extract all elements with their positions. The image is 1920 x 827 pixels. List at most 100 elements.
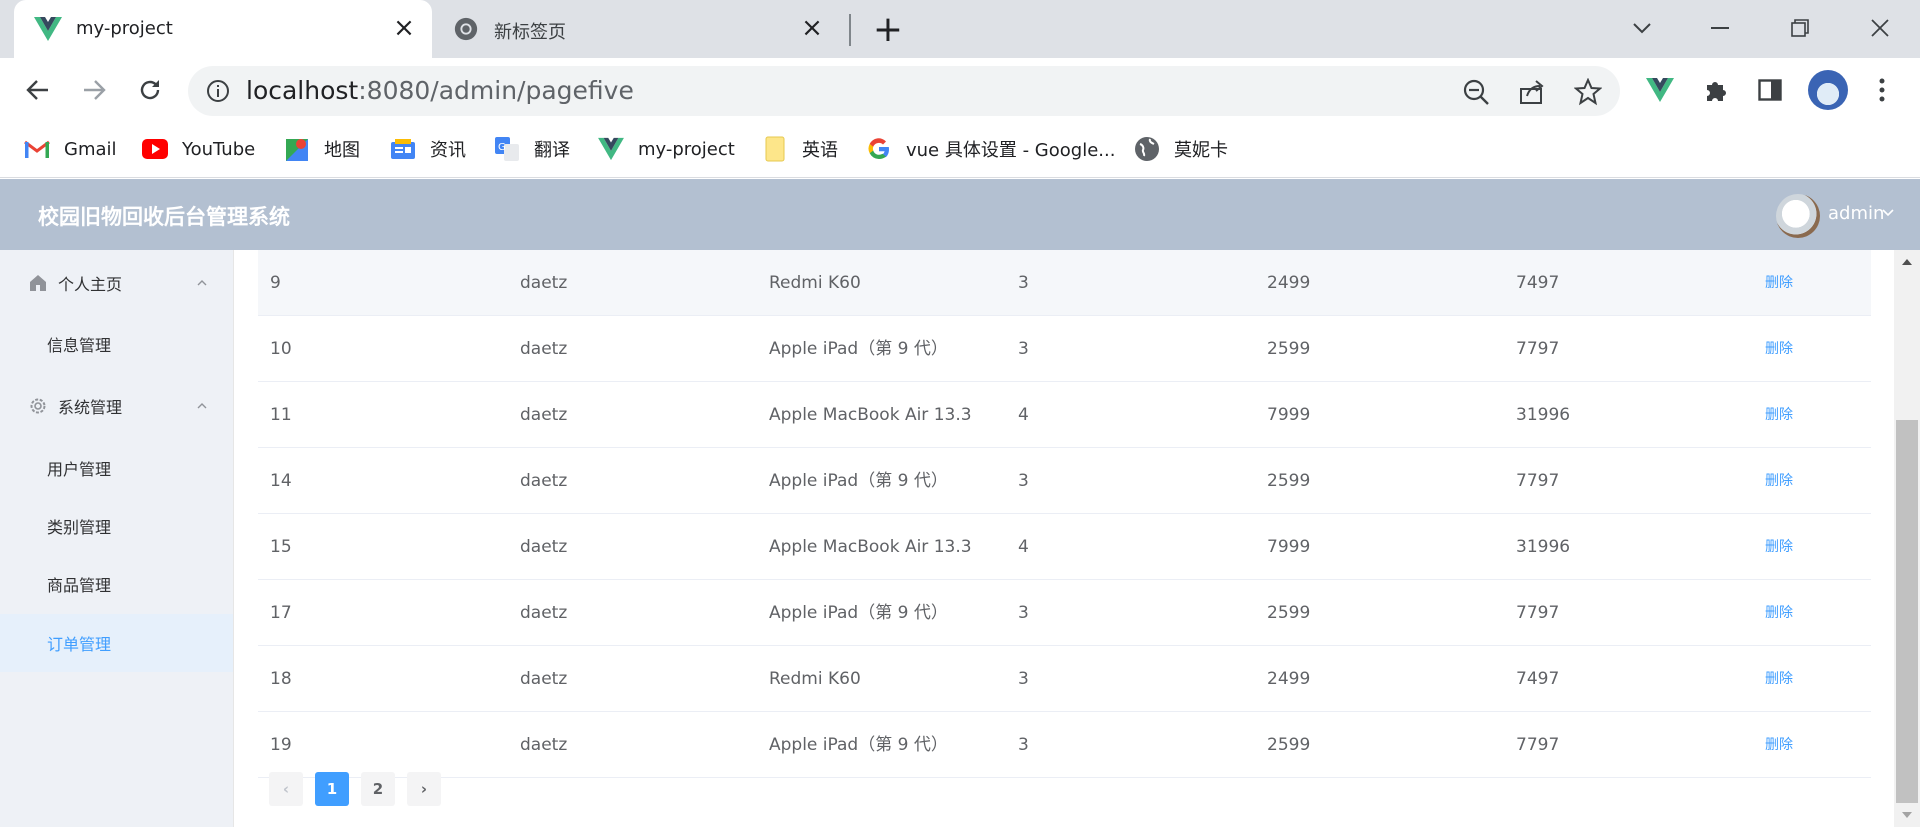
info-icon[interactable] bbox=[206, 79, 230, 103]
delete-link[interactable]: 删除 bbox=[1765, 250, 1793, 316]
table-row: 9 daetz Redmi K60 3 2499 7497 删除 bbox=[258, 250, 1871, 316]
delete-link[interactable]: 删除 bbox=[1765, 448, 1793, 514]
bookmark-youtube[interactable]: YouTube bbox=[142, 133, 255, 165]
chevron-up-icon bbox=[197, 403, 207, 409]
chevron-down-icon[interactable] bbox=[1880, 204, 1896, 220]
sidebar-group-label: 系统管理 bbox=[58, 398, 123, 417]
vertical-scrollbar[interactable] bbox=[1894, 250, 1920, 827]
app-title: 校园旧物回收后台管理系统 bbox=[38, 205, 290, 229]
tab-search-chevron-icon[interactable] bbox=[1622, 10, 1662, 46]
cell-username: daetz bbox=[520, 273, 568, 293]
cell-total-price: 31996 bbox=[1516, 405, 1571, 425]
page-button-2[interactable]: 2 bbox=[361, 772, 395, 806]
extensions-puzzle-icon[interactable] bbox=[1700, 74, 1732, 106]
sidebar-item-orders[interactable]: 订单管理 bbox=[0, 614, 233, 672]
delete-link[interactable]: 删除 bbox=[1765, 514, 1793, 580]
cell-order-id: 17 bbox=[270, 603, 292, 623]
tab-separator bbox=[849, 14, 851, 46]
kebab-menu-icon[interactable] bbox=[1866, 74, 1898, 106]
page-button-1[interactable]: 1 bbox=[315, 772, 349, 806]
bookmark-monica[interactable]: 莫妮卡 bbox=[1134, 133, 1228, 165]
sidebar-item-label: 订单管理 bbox=[47, 635, 112, 654]
back-arrow-icon[interactable] bbox=[18, 70, 58, 110]
close-icon[interactable]: × bbox=[390, 14, 418, 42]
user-name[interactable]: admin bbox=[1828, 203, 1884, 224]
cell-unit-price: 7999 bbox=[1267, 537, 1311, 557]
cell-product-name: Redmi K60 bbox=[769, 273, 861, 293]
delete-link[interactable]: 删除 bbox=[1765, 382, 1793, 448]
star-icon[interactable] bbox=[1574, 78, 1602, 106]
cell-total-price: 7797 bbox=[1516, 339, 1560, 359]
cell-order-id: 19 bbox=[270, 735, 292, 755]
delete-link[interactable]: 删除 bbox=[1765, 646, 1793, 712]
cell-total-price: 31996 bbox=[1516, 537, 1571, 557]
cell-product-name: Apple iPad（第 9 代） bbox=[769, 603, 948, 623]
gmail-icon bbox=[24, 136, 50, 162]
bookmark-folder-english[interactable]: 英语 bbox=[762, 133, 838, 165]
scrollbar-thumb[interactable] bbox=[1896, 420, 1918, 803]
folder-icon bbox=[762, 136, 788, 162]
tab-title: my-project bbox=[76, 18, 173, 39]
bookmark-label: 资讯 bbox=[430, 140, 466, 161]
cell-username: daetz bbox=[520, 735, 568, 755]
tab-new-tab[interactable]: 新标签页 × bbox=[440, 0, 840, 58]
table-row: 11 daetz Apple MacBook Air 13.3 4 7999 31996 删… bbox=[258, 382, 1871, 448]
delete-link[interactable]: 删除 bbox=[1765, 316, 1793, 382]
reload-icon[interactable] bbox=[130, 70, 170, 110]
delete-link[interactable]: 删除 bbox=[1765, 580, 1793, 646]
bookmark-my-project[interactable]: my-project bbox=[598, 133, 735, 165]
bookmark-maps[interactable]: 地图 bbox=[284, 133, 360, 165]
cell-total-price: 7497 bbox=[1516, 273, 1560, 293]
cell-quantity: 3 bbox=[1018, 471, 1029, 491]
sidebar-item-label: 用户管理 bbox=[47, 460, 112, 479]
url-host: localhost bbox=[246, 76, 359, 105]
gear-icon bbox=[30, 398, 46, 414]
app-header: 校园旧物回收后台管理系统 admin bbox=[0, 179, 1920, 250]
forward-arrow-icon[interactable] bbox=[74, 70, 114, 110]
cell-unit-price: 2499 bbox=[1267, 669, 1311, 689]
main-content: 9 daetz Redmi K60 3 2499 7497 删除 10 daetz Apple i… bbox=[234, 250, 1894, 827]
sidebar-item-label: 类别管理 bbox=[47, 518, 112, 537]
cell-username: daetz bbox=[520, 405, 568, 425]
close-icon[interactable]: × bbox=[798, 14, 826, 42]
tab-my-project[interactable]: my-project × bbox=[14, 0, 432, 58]
cell-quantity: 3 bbox=[1018, 669, 1029, 689]
news-icon bbox=[390, 136, 416, 162]
prev-page-button[interactable]: ‹ bbox=[269, 772, 303, 806]
user-avatar[interactable] bbox=[1776, 194, 1820, 238]
bookmark-label: vue 具体设置 - Google... bbox=[906, 140, 1116, 161]
new-tab-plus-icon[interactable]: + bbox=[870, 12, 906, 48]
bookmark-gmail[interactable]: Gmail bbox=[24, 133, 117, 165]
cell-order-id: 11 bbox=[270, 405, 292, 425]
restore-icon[interactable] bbox=[1780, 10, 1820, 46]
bookmark-google-search[interactable]: vue 具体设置 - Google... bbox=[866, 133, 1115, 165]
table-row: 14 daetz Apple iPad（第 9 代） 3 2599 7797 删除 bbox=[258, 448, 1871, 514]
sidebar-item-categories[interactable]: 类别管理 bbox=[0, 497, 233, 555]
address-bar[interactable]: localhost:8080/admin/pagefive bbox=[188, 66, 1620, 116]
zoom-out-icon[interactable] bbox=[1462, 78, 1490, 106]
bookmark-translate[interactable]: G 翻译 bbox=[494, 133, 570, 165]
cell-order-id: 15 bbox=[270, 537, 292, 557]
close-window-icon[interactable] bbox=[1860, 10, 1900, 46]
bookmark-label: YouTube bbox=[182, 138, 256, 160]
scroll-up-arrow-icon[interactable] bbox=[1894, 250, 1920, 274]
vue-devtools-icon[interactable] bbox=[1644, 74, 1676, 106]
table-row: 15 daetz Apple MacBook Air 13.3 4 7999 31996 删… bbox=[258, 514, 1871, 580]
delete-link[interactable]: 删除 bbox=[1765, 712, 1793, 778]
cell-unit-price: 2599 bbox=[1267, 603, 1311, 623]
profile-avatar[interactable] bbox=[1808, 70, 1848, 110]
sidebar-group-home[interactable]: 个人主页 bbox=[0, 253, 233, 313]
cell-total-price: 7797 bbox=[1516, 471, 1560, 491]
bookmark-label: 莫妮卡 bbox=[1174, 140, 1228, 161]
share-icon[interactable] bbox=[1518, 78, 1546, 106]
scroll-down-arrow-icon[interactable] bbox=[1894, 803, 1920, 827]
minimize-icon[interactable] bbox=[1700, 10, 1740, 46]
sidebar-group-system[interactable]: 系统管理 bbox=[0, 376, 233, 436]
side-panel-icon[interactable] bbox=[1754, 74, 1786, 106]
sidebar-item-info[interactable]: 信息管理 bbox=[0, 315, 233, 373]
cell-quantity: 3 bbox=[1018, 735, 1029, 755]
bookmark-news[interactable]: 资讯 bbox=[390, 133, 466, 165]
sidebar-item-users[interactable]: 用户管理 bbox=[0, 439, 233, 497]
sidebar-item-products[interactable]: 商品管理 bbox=[0, 555, 233, 613]
next-page-button[interactable]: › bbox=[407, 772, 441, 806]
